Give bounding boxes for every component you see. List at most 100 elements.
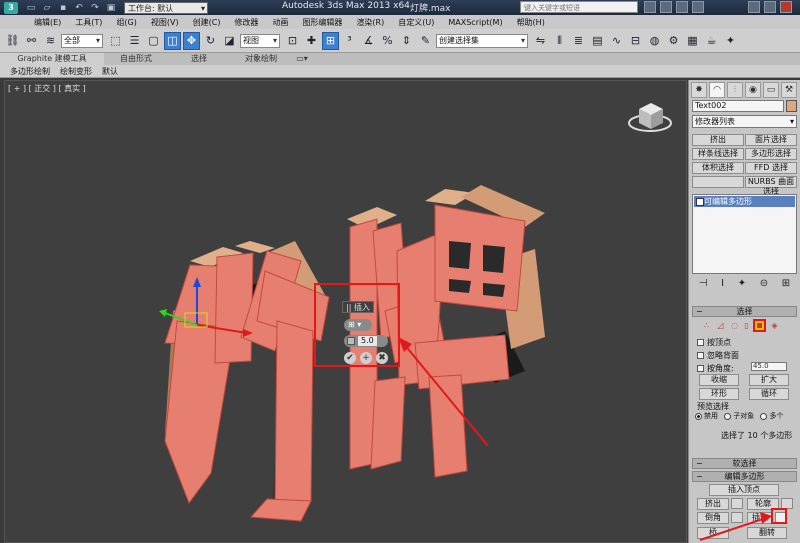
bind-space-warp-icon[interactable]: ≋ <box>42 32 59 50</box>
defaults-button[interactable]: 默认 <box>102 66 118 77</box>
maximize-button[interactable] <box>764 1 776 13</box>
shrink-button[interactable]: 收缩 <box>699 374 739 386</box>
grow-button[interactable]: 扩大 <box>749 374 789 386</box>
select-by-name-icon[interactable]: ☰ <box>126 32 143 50</box>
modify-tab-icon[interactable]: ◠ <box>709 82 725 98</box>
angle-value-input[interactable]: 45.0 <box>751 362 787 371</box>
menu-customize[interactable]: 自定义(U) <box>398 17 434 28</box>
mod-empty-button[interactable] <box>692 176 744 188</box>
mod-nurbs-select-button[interactable]: NURBS 曲面选择 <box>745 176 797 196</box>
menu-views[interactable]: 视图(V) <box>151 17 179 28</box>
select-manipulate-icon[interactable]: ✚ <box>303 32 320 50</box>
loop-button[interactable]: 循环 <box>749 388 789 400</box>
flip-button[interactable]: 翻转 <box>747 527 787 539</box>
ribbon-options-icon[interactable]: ▭▾ <box>292 53 312 65</box>
edit-polygons-rollout[interactable]: 编辑多边形 <box>692 471 797 482</box>
radio-multi[interactable] <box>760 412 768 420</box>
save-icon[interactable]: ▪ <box>56 1 70 14</box>
element-mode-icon[interactable]: ◈ <box>769 320 780 331</box>
rectangular-selection-icon[interactable]: ▢ <box>145 32 162 50</box>
new-file-icon[interactable]: ▭ <box>24 1 38 14</box>
by-vertex-checkbox[interactable]: 按顶点 <box>697 337 731 348</box>
graphite-toggle-icon[interactable]: ▤ <box>589 32 606 50</box>
checkbox-box[interactable] <box>697 365 704 372</box>
unlink-icon[interactable]: ⚯ <box>23 32 40 50</box>
mod-ffd-select-button[interactable]: FFD 选择 <box>745 162 797 174</box>
select-rotate-icon[interactable]: ↻ <box>202 32 219 50</box>
caddy-title[interactable]: || 插入 <box>342 301 374 313</box>
edit-named-selection-icon[interactable]: ✎ <box>417 32 434 50</box>
percent-snap-icon[interactable]: % <box>379 32 396 50</box>
extrude-button[interactable]: 挤出 <box>697 498 729 510</box>
menu-animation[interactable]: 动画 <box>272 17 288 28</box>
menu-graph-editors[interactable]: 图形编辑器 <box>302 17 342 28</box>
curve-editor-icon[interactable]: ∿ <box>608 32 625 50</box>
menu-tools[interactable]: 工具(T) <box>75 17 102 28</box>
schematic-view-icon[interactable]: ⊟ <box>627 32 644 50</box>
bridge-button[interactable]: 桥 <box>697 527 729 539</box>
app-logo[interactable]: 3 <box>0 0 22 15</box>
radio-subobject[interactable] <box>724 412 732 420</box>
inset-type-dropdown[interactable]: ⊞ ▾ <box>344 319 372 331</box>
bevel-settings-icon[interactable] <box>731 512 743 523</box>
select-scale-icon[interactable]: ◪ <box>221 32 238 50</box>
spinner-snap-icon[interactable]: ⇕ <box>398 32 415 50</box>
hierarchy-tab-icon[interactable]: ⫶ <box>727 82 743 98</box>
menu-help[interactable]: 帮助(H) <box>517 17 545 28</box>
tab-object-paint[interactable]: 对象绘制 <box>230 53 292 65</box>
polygon-mode-outline-icon[interactable]: ▯ <box>741 320 752 331</box>
ignore-backfacing-checkbox[interactable]: 忽略背面 <box>697 350 739 361</box>
workspace-dropdown[interactable]: 工作台: 默认 <box>124 1 208 15</box>
tab-selection[interactable]: 选择 <box>168 53 230 65</box>
rendered-frame-icon[interactable]: ▦ <box>684 32 701 50</box>
object-color-swatch[interactable] <box>786 100 797 112</box>
communication-icon[interactable] <box>660 1 672 13</box>
mod-extrude-button[interactable]: 挤出 <box>692 134 744 146</box>
menu-edit[interactable]: 编辑(E) <box>34 17 61 28</box>
modifier-list-dropdown[interactable]: 修改器列表 <box>692 115 797 128</box>
paint-deform-button[interactable]: 绘制变形 <box>60 66 92 77</box>
align-icon[interactable]: ⫴ <box>551 32 568 50</box>
window-crossing-icon[interactable]: ◫ <box>164 31 181 50</box>
minimize-button[interactable] <box>748 1 760 13</box>
soft-selection-rollout[interactable]: 软选择 <box>692 458 797 469</box>
select-object-icon[interactable]: ⬚ <box>107 32 124 50</box>
inset-button[interactable]: 插入 <box>747 512 773 524</box>
polygon-mode-icon[interactable] <box>753 319 766 332</box>
link-icon[interactable]: ⛓ <box>4 32 21 50</box>
material-editor-icon[interactable]: ◍ <box>646 32 663 50</box>
named-selection-dropdown[interactable]: 创建选择集 <box>436 33 528 48</box>
stack-item-editable-poly[interactable]: 可编辑多边形 <box>694 196 795 207</box>
hold-icon[interactable]: ▣ <box>104 1 118 14</box>
make-unique-icon[interactable]: ✦ <box>738 278 746 292</box>
mod-poly-select-button[interactable]: 多边形选择 <box>745 148 797 160</box>
snaps-toggle-icon[interactable]: ³ <box>341 32 358 50</box>
help-icon[interactable] <box>692 1 704 13</box>
text-object-deng[interactable] <box>164 241 330 522</box>
open-file-icon[interactable]: ▱ <box>40 1 54 14</box>
render-iterative-icon[interactable]: ✦ <box>722 32 739 50</box>
inset-amount-value[interactable]: 5.0 <box>358 336 377 346</box>
angle-snap-icon[interactable]: ∡ <box>360 32 377 50</box>
mod-patch-select-button[interactable]: 面片选择 <box>745 134 797 146</box>
pivot-center-icon[interactable]: ⊡ <box>284 32 301 50</box>
polydraw-button[interactable]: 多边形绘制 <box>10 66 50 77</box>
mirror-icon[interactable]: ⇋ <box>532 32 549 50</box>
redo-icon[interactable]: ↷ <box>88 1 102 14</box>
keyboard-shortcut-override-icon[interactable]: ⊞ <box>322 31 339 50</box>
caddy-apply-button[interactable]: + <box>360 352 372 364</box>
edge-mode-icon[interactable]: ◿ <box>715 320 726 331</box>
layer-manager-icon[interactable]: ≣ <box>570 32 587 50</box>
tab-freeform[interactable]: 自由形式 <box>104 53 168 65</box>
inset-amount-field[interactable]: 5.0 <box>344 335 388 347</box>
show-end-result-icon[interactable]: Ⅰ <box>721 278 724 292</box>
insert-vertex-button[interactable]: 插入顶点 <box>709 484 779 496</box>
mod-volume-select-button[interactable]: 体积选择 <box>692 162 744 174</box>
mod-spline-select-button[interactable]: 样条线选择 <box>692 148 744 160</box>
render-production-icon[interactable]: ☕ <box>703 32 720 50</box>
menu-modifiers[interactable]: 修改器 <box>234 17 258 28</box>
motion-tab-icon[interactable]: ◉ <box>745 82 761 98</box>
object-name-field[interactable]: Text002 <box>692 100 784 112</box>
undo-icon[interactable]: ↶ <box>72 1 86 14</box>
close-button[interactable] <box>780 1 792 13</box>
